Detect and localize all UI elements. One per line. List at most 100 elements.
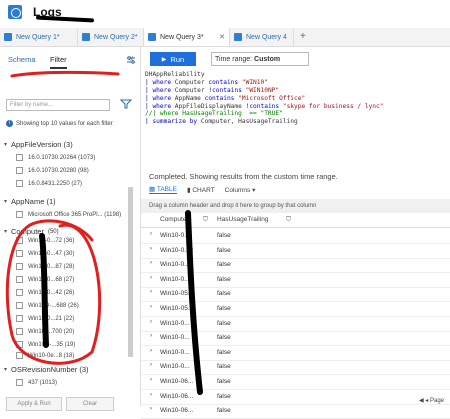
run-button[interactable]: ▶ Run <box>150 52 196 66</box>
filter-option[interactable]: 16.0.10730.20280 (98) <box>16 167 89 174</box>
expand-row-icon[interactable]: › <box>150 260 152 266</box>
cell-hasusagetrailing: false <box>217 305 231 312</box>
filter-option[interactable]: 16.0.8431.2250 (27) <box>16 180 82 187</box>
checkbox[interactable] <box>16 379 23 386</box>
checkbox[interactable] <box>16 237 23 244</box>
filter-option[interactable]: Win10-0...47 (30) <box>16 250 74 257</box>
tab-chart[interactable]: ▮ CHART <box>187 186 215 194</box>
tab-filter[interactable]: Filter <box>50 55 67 69</box>
tab-new-query-1[interactable]: New Query 1* <box>0 28 78 46</box>
columns-dropdown[interactable]: Columns ▾ <box>225 186 256 194</box>
checkbox[interactable] <box>16 302 23 309</box>
checkbox[interactable] <box>16 352 23 359</box>
filter-option[interactable]: 437 (1013) <box>16 379 57 386</box>
table-row[interactable]: › Win10-05... false <box>141 301 450 317</box>
expand-row-icon[interactable]: › <box>150 231 152 237</box>
table-row[interactable]: › Win10-0...2 false <box>141 243 450 259</box>
query-line: DHAppReliability <box>145 71 445 79</box>
tab-new-query-2[interactable]: New Query 2* <box>78 28 144 46</box>
filter-option[interactable]: Win10D-...688 (26) <box>16 302 79 309</box>
cell-computer: Win10-06... <box>160 392 194 400</box>
cell-hasusagetrailing: false <box>217 407 231 415</box>
expand-row-icon[interactable]: › <box>150 377 152 383</box>
filter-option[interactable]: Win10-0...68 (27) <box>16 276 74 283</box>
expand-row-icon[interactable]: › <box>150 348 152 354</box>
filter-group-appfileversion[interactable]: ▾ AppFileVersion (3) <box>4 140 73 149</box>
time-range-dropdown[interactable]: Time range: Custom <box>211 52 309 66</box>
expand-row-icon[interactable]: › <box>150 289 152 295</box>
table-row[interactable]: › Win10-0... false <box>141 330 450 347</box>
status-message: Completed. Showing results from the cust… <box>149 172 338 181</box>
filter-option[interactable]: Win10-0...21 (22) <box>16 315 74 322</box>
tab-table[interactable]: ▦ TABLE <box>149 185 177 194</box>
cell-hasusagetrailing: false <box>217 392 231 400</box>
table-row[interactable]: › Win10-0... false <box>141 228 450 244</box>
checkbox[interactable] <box>16 315 23 322</box>
table-row[interactable]: › Win10-0... false <box>141 359 450 376</box>
filter-option[interactable]: Win10-0...72 (36) <box>16 237 74 244</box>
chevron-left-icon[interactable]: ◂ <box>425 398 428 404</box>
filter-group-computer[interactable]: ▾ Computer (50) <box>4 227 59 236</box>
expand-row-icon[interactable]: › <box>150 304 152 310</box>
query-tab-icon <box>148 33 156 41</box>
filter-group-appname[interactable]: ▾ AppName (1) <box>4 197 56 206</box>
checkbox[interactable] <box>16 211 23 218</box>
query-line: | where Computer contains "WIN10" <box>145 79 445 87</box>
checkbox[interactable] <box>16 154 23 161</box>
filter-option[interactable]: Win10-0...42 (26) <box>16 289 74 296</box>
filter-option[interactable]: Win10D-...35 (19) <box>16 341 75 348</box>
table-row[interactable]: › Win10-0... false <box>141 257 450 274</box>
expand-row-icon[interactable]: › <box>150 392 152 398</box>
expand-row-icon[interactable]: › <box>150 275 152 281</box>
filter-option[interactable]: 16.0.10730.20264 (1073) <box>16 154 95 161</box>
clear-button[interactable]: Clear <box>66 397 114 411</box>
expand-row-icon[interactable]: › <box>150 246 152 252</box>
filter-search-input[interactable]: Filter by name... <box>6 99 110 111</box>
expand-row-icon[interactable]: › <box>150 319 152 325</box>
column-filter-icon[interactable]: ⛉ <box>203 216 208 224</box>
checkbox[interactable] <box>16 167 23 174</box>
checkbox[interactable] <box>16 289 23 296</box>
expand-row-icon[interactable]: › <box>150 362 152 368</box>
funnel-icon[interactable] <box>120 99 132 109</box>
column-header-hasusagetrailing[interactable]: HasUsageTrailing <box>217 216 268 223</box>
chevron-left-icon[interactable]: ◀ <box>419 398 424 404</box>
query-token: | where <box>145 94 172 102</box>
settings-icon[interactable] <box>126 55 136 65</box>
group-by-bar[interactable]: Drag a column header and drop it here to… <box>141 199 450 213</box>
tab-new-query-4[interactable]: New Query 4 <box>230 28 294 46</box>
query-line: | where Computer !contains "WIN10NP" <box>145 87 445 95</box>
redaction-scribble <box>35 15 95 23</box>
cell-computer: Win10-05... <box>160 305 194 312</box>
close-tab-icon[interactable]: ✕ <box>219 33 225 41</box>
filter-option[interactable]: Win10-0e...8 (18) <box>16 352 74 359</box>
filter-option[interactable]: Win10-0...87 (28) <box>16 263 74 270</box>
checkbox[interactable] <box>16 180 23 187</box>
checkbox[interactable] <box>16 263 23 270</box>
add-tab-icon[interactable]: + <box>300 31 306 42</box>
table-row[interactable]: › Win10-05... false <box>141 286 450 303</box>
checkbox[interactable] <box>16 328 23 335</box>
table-row[interactable]: › Win10-0... false <box>141 316 450 332</box>
filter-option[interactable]: Win10-...700 (20) <box>16 328 74 335</box>
filter-option[interactable]: Microsoft Office 365 ProPl... (1198) <box>16 211 121 218</box>
table-row[interactable]: › Win10-06... false <box>141 389 450 405</box>
expand-row-icon[interactable]: › <box>150 406 152 412</box>
pager[interactable]: ◀ ◂ Page <box>419 397 444 404</box>
expand-row-icon[interactable]: › <box>150 333 152 339</box>
left-scrollbar[interactable] <box>128 187 133 357</box>
column-filter-icon[interactable]: ⛉ <box>286 216 291 224</box>
table-row[interactable]: › Win10-0... false <box>141 345 450 361</box>
table-row[interactable]: › Win10-06... false <box>141 374 450 390</box>
table-row[interactable]: › Win10-0... false <box>141 272 450 288</box>
apply-run-button[interactable]: Apply & Run <box>6 397 62 411</box>
checkbox[interactable] <box>16 250 23 257</box>
filter-group-osrevisionnumber[interactable]: ▾ OSRevisionNumber (3) <box>4 365 89 374</box>
column-header-computer[interactable]: Computer <box>160 216 189 223</box>
tab-new-query-3[interactable]: New Query 3* ✕ <box>144 28 230 46</box>
logs-app-icon <box>8 5 22 19</box>
checkbox[interactable] <box>16 341 23 348</box>
checkbox[interactable] <box>16 276 23 283</box>
query-editor[interactable]: DHAppReliability | where Computer contain… <box>145 71 445 187</box>
tab-schema[interactable]: Schema <box>8 55 36 64</box>
